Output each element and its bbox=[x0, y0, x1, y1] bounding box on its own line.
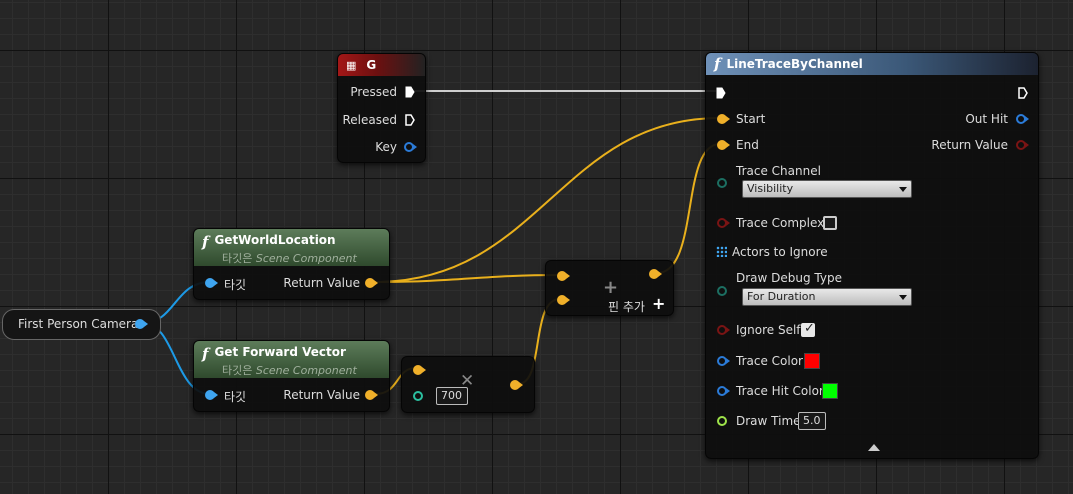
camera-output-pin[interactable] bbox=[135, 319, 148, 329]
trace-color-pin[interactable] bbox=[717, 356, 730, 366]
draw-time-label: Draw Time bbox=[736, 414, 801, 428]
draw-time-input[interactable]: 5.0 bbox=[798, 412, 826, 430]
chevron-down-icon bbox=[899, 187, 907, 192]
out-hit-pin-label: Out Hit bbox=[965, 112, 1008, 126]
array-pin-icon[interactable] bbox=[716, 246, 727, 257]
trace-hit-color-swatch[interactable] bbox=[822, 383, 838, 399]
draw-debug-type-value: For Duration bbox=[747, 290, 816, 303]
released-exec-pin[interactable] bbox=[405, 114, 415, 126]
trace-color-swatch[interactable] bbox=[804, 353, 820, 369]
multiply-value: 700 bbox=[441, 389, 462, 402]
trace-channel-label: Trace Channel bbox=[736, 164, 821, 178]
function-icon: f bbox=[202, 233, 209, 251]
key-pin-label: Key bbox=[375, 140, 397, 154]
get-world-location-node[interactable]: f GetWorldLocation 타깃은 Scene Component 타… bbox=[193, 228, 390, 300]
add-input-b-pin[interactable] bbox=[557, 295, 570, 305]
keyboard-icon: ▦ bbox=[346, 58, 357, 72]
trace-channel-pin[interactable] bbox=[717, 178, 727, 188]
add-output-pin[interactable] bbox=[649, 269, 662, 279]
function-icon: f bbox=[202, 345, 209, 363]
target-pin[interactable] bbox=[205, 278, 218, 288]
key-g-node[interactable]: ▦ G Pressed Released Key bbox=[337, 53, 426, 163]
trace-complex-label: Trace Complex bbox=[736, 216, 825, 230]
start-pin[interactable] bbox=[717, 114, 730, 124]
function-icon: f bbox=[714, 55, 721, 73]
end-pin-label: End bbox=[736, 138, 759, 152]
ignore-self-label: Ignore Self bbox=[736, 323, 801, 337]
trace-hit-color-label: Trace Hit Color bbox=[736, 384, 824, 398]
return-value-pin[interactable] bbox=[365, 278, 378, 288]
actors-to-ignore-label: Actors to Ignore bbox=[732, 245, 828, 259]
multiply-icon: ✕ bbox=[460, 371, 475, 391]
key-g-title: G bbox=[366, 58, 377, 72]
get-world-location-subtitle: 타깃은 Scene Component bbox=[222, 252, 357, 265]
return-value-pin[interactable] bbox=[365, 390, 378, 400]
draw-time-pin[interactable] bbox=[717, 416, 727, 426]
pressed-exec-pin[interactable] bbox=[405, 86, 415, 98]
multiply-node[interactable]: 700 ✕ bbox=[401, 356, 535, 413]
multiply-input-b-pin[interactable] bbox=[413, 391, 423, 401]
add-pin-label[interactable]: 핀 추가 bbox=[608, 298, 645, 315]
line-trace-header[interactable]: f LineTraceByChannel bbox=[706, 53, 1038, 75]
world-location-to-add-wire bbox=[374, 274, 561, 283]
trace-color-label: Trace Color bbox=[736, 354, 803, 368]
multiply-input-a-pin[interactable] bbox=[413, 365, 426, 375]
trace-complex-checkbox[interactable] bbox=[823, 216, 837, 230]
trace-channel-value: Visibility bbox=[747, 182, 794, 195]
return-value-pin-label: Return Value bbox=[283, 276, 360, 290]
target-pin[interactable] bbox=[205, 390, 218, 400]
draw-debug-type-pin[interactable] bbox=[717, 286, 727, 296]
start-pin-label: Start bbox=[736, 112, 766, 126]
trace-hit-color-pin[interactable] bbox=[717, 386, 730, 396]
first-person-camera-label: First Person Camera bbox=[18, 317, 139, 331]
multiply-output-pin[interactable] bbox=[510, 380, 523, 390]
get-forward-vector-title: Get Forward Vector bbox=[214, 345, 346, 359]
trace-channel-dropdown[interactable]: Visibility bbox=[742, 180, 912, 198]
draw-debug-type-label: Draw Debug Type bbox=[736, 271, 842, 285]
return-value-pin[interactable] bbox=[1016, 140, 1029, 150]
return-value-pin-label: Return Value bbox=[931, 138, 1008, 152]
add-pin-plus-icon[interactable]: + bbox=[652, 294, 665, 313]
exec-in-pin[interactable] bbox=[716, 87, 726, 99]
get-forward-vector-subtitle: 타깃은 Scene Component bbox=[222, 364, 357, 377]
add-input-a-pin[interactable] bbox=[557, 271, 570, 281]
ignore-self-pin[interactable] bbox=[717, 325, 730, 335]
get-forward-vector-node[interactable]: f Get Forward Vector 타깃은 Scene Component… bbox=[193, 340, 390, 412]
released-pin-label: Released bbox=[342, 113, 397, 127]
chevron-down-icon bbox=[899, 295, 907, 300]
key-pin[interactable] bbox=[404, 142, 417, 152]
get-forward-vector-header[interactable]: f Get Forward Vector 타깃은 Scene Component bbox=[194, 341, 389, 378]
exec-out-pin[interactable] bbox=[1018, 87, 1028, 99]
target-pin-label: 타깃 bbox=[224, 278, 247, 292]
line-trace-node[interactable]: f LineTraceByChannel Start Out Hit End R… bbox=[705, 52, 1039, 459]
end-pin[interactable] bbox=[717, 140, 730, 150]
return-value-pin-label: Return Value bbox=[283, 388, 360, 402]
first-person-camera-node[interactable]: First Person Camera bbox=[2, 309, 161, 340]
world-location-to-start-wire bbox=[374, 117, 721, 283]
get-world-location-title: GetWorldLocation bbox=[214, 233, 336, 247]
trace-complex-pin[interactable] bbox=[717, 218, 730, 228]
key-g-header[interactable]: ▦ G bbox=[338, 54, 425, 76]
line-trace-title: LineTraceByChannel bbox=[726, 57, 863, 71]
plus-icon: + bbox=[603, 277, 619, 298]
draw-debug-type-dropdown[interactable]: For Duration bbox=[742, 288, 912, 306]
out-hit-pin[interactable] bbox=[1016, 114, 1029, 124]
ignore-self-checkbox[interactable] bbox=[801, 321, 815, 337]
pressed-pin-label: Pressed bbox=[350, 85, 397, 99]
get-world-location-header[interactable]: f GetWorldLocation 타깃은 Scene Component bbox=[194, 229, 389, 266]
target-pin-label: 타깃 bbox=[224, 390, 247, 404]
add-node[interactable]: + 핀 추가 + bbox=[545, 260, 674, 316]
collapse-arrow-icon[interactable] bbox=[868, 444, 880, 451]
